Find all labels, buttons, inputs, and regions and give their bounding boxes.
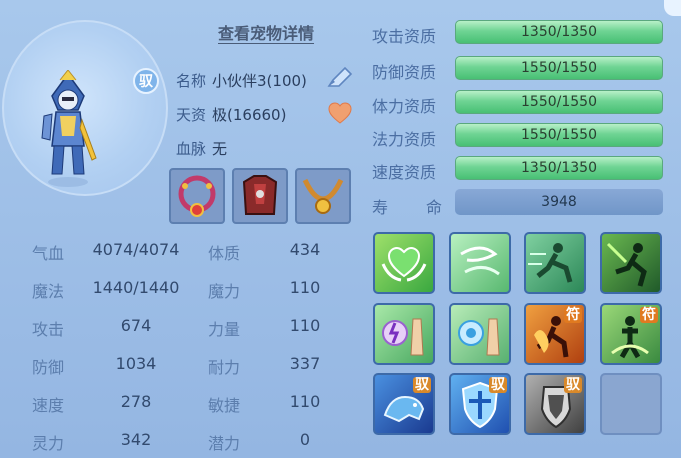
stat-value: 337 <box>289 354 321 373</box>
aptitude-bar-speed: 1350/1350 <box>455 156 663 180</box>
pet-bloodline-value: 无 <box>212 140 228 158</box>
view-pet-details-link[interactable]: 查看宠物详情 <box>218 20 314 44</box>
skill-slot-12-empty[interactable] <box>600 373 662 435</box>
pet-name-row: 名称 小伙伴3(100) <box>176 70 307 91</box>
tame-tag: 驭 <box>413 377 431 393</box>
wind-skill-icon <box>460 246 500 276</box>
stat-label: 气血 <box>32 244 65 263</box>
water-orb-skill-icon <box>458 318 500 356</box>
stat-value: 110 <box>289 392 321 411</box>
skill-slot-4[interactable] <box>600 232 662 294</box>
equip-slot-necklace[interactable] <box>169 168 225 224</box>
strike-skill-icon <box>606 242 647 287</box>
dash-skill-icon <box>528 243 573 283</box>
stat-label: 耐力 <box>208 358 241 377</box>
skill-slot-8[interactable]: 符 <box>600 303 662 365</box>
skill-slot-5[interactable] <box>373 303 435 365</box>
tame-tag: 驭 <box>564 377 582 393</box>
stat-label: 防御 <box>32 358 65 377</box>
equip-slot-armor[interactable] <box>232 168 288 224</box>
stat-value: 110 <box>289 316 321 335</box>
aptitude-label-magic: 法力资质 <box>372 130 437 149</box>
edit-pen-icon[interactable] <box>325 66 353 90</box>
skill-slot-11[interactable]: 驭 <box>524 373 586 435</box>
skill-slot-9[interactable]: 驭 <box>373 373 435 435</box>
aptitude-label-stamina: 体力资质 <box>372 97 437 116</box>
stat-value: 1440/1440 <box>92 278 180 297</box>
stat-label: 魔法 <box>32 282 65 301</box>
stat-label: 敏捷 <box>208 396 241 415</box>
collar-icon <box>302 178 344 214</box>
lifespan-label-1: 寿 <box>372 198 389 217</box>
skill-slot-7[interactable]: 符 <box>524 303 586 365</box>
stat-value: 674 <box>120 316 152 335</box>
aptitude-bar-stamina: 1550/1550 <box>455 90 663 114</box>
aptitude-label-attack: 攻击资质 <box>372 27 437 46</box>
stat-value: 110 <box>289 278 321 297</box>
stat-value: 278 <box>120 392 152 411</box>
stat-value: 4074/4074 <box>92 240 180 259</box>
stat-label: 速度 <box>32 396 65 415</box>
tame-badge: 驭 <box>133 68 159 94</box>
skill-slot-1[interactable] <box>373 232 435 294</box>
skill-slot-2[interactable] <box>449 232 511 294</box>
stat-label: 魔力 <box>208 282 241 301</box>
corner-decoration <box>664 0 681 16</box>
aptitude-bar-magic: 1550/1550 <box>455 123 663 147</box>
pet-aptitude-label: 天资 <box>176 106 207 124</box>
rune-tag: 符 <box>640 307 658 323</box>
heart-icon[interactable] <box>328 102 352 124</box>
pet-bloodline-row: 血脉无 <box>176 138 227 159</box>
pet-figure-image <box>41 70 97 187</box>
skill-slot-3[interactable] <box>524 232 586 294</box>
equip-slot-collar[interactable] <box>295 168 351 224</box>
stat-label: 体质 <box>208 244 241 263</box>
lifespan-bar: 3948 <box>455 189 663 215</box>
stat-label: 灵力 <box>32 434 65 453</box>
skill-slot-6[interactable] <box>449 303 511 365</box>
pet-name-label: 名称 <box>176 72 207 90</box>
necklace-icon <box>178 175 216 217</box>
pet-aptitude-row: 天资 极(16660) <box>176 104 286 125</box>
stat-value: 342 <box>120 430 152 449</box>
stat-label: 攻击 <box>32 320 65 339</box>
pet-name-value: 小伙伴3(100) <box>212 72 307 90</box>
stat-label: 力量 <box>208 320 241 339</box>
stat-label: 潜力 <box>208 434 241 453</box>
stat-value: 1034 <box>115 354 157 373</box>
pet-bloodline-label: 血脉 <box>176 140 207 158</box>
aptitude-label-defense: 防御资质 <box>372 63 437 82</box>
tame-tag: 驭 <box>489 377 507 393</box>
pet-detail-panel: 驭 查看宠物详情 名称 小伙伴3(100) 天资 极(16660) 血脉无 气血… <box>0 0 681 458</box>
rune-tag: 符 <box>564 307 582 323</box>
lightning-hand-skill-icon <box>382 318 424 356</box>
stat-value: 0 <box>299 430 311 449</box>
stat-value: 434 <box>289 240 321 259</box>
aptitude-bar-defense: 1550/1550 <box>455 56 663 80</box>
pet-aptitude-value: 极(16660) <box>212 106 287 124</box>
armor-icon <box>242 175 278 215</box>
aptitude-label-speed: 速度资质 <box>372 163 437 182</box>
aptitude-bar-attack: 1350/1350 <box>455 20 663 44</box>
skill-slot-10[interactable]: 驭 <box>449 373 511 435</box>
heal-heart-skill-icon <box>381 246 427 282</box>
lifespan-label-2: 命 <box>426 198 443 217</box>
